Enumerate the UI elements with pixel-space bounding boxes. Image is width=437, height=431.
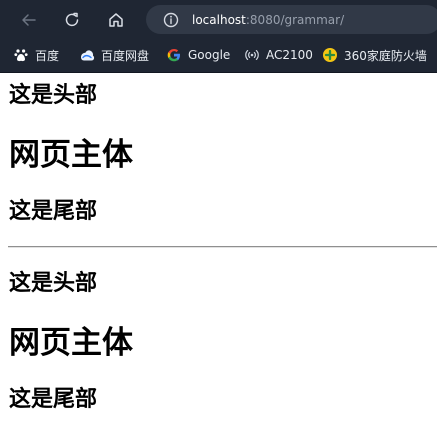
- address-bar[interactable]: localhost:8080/grammar/: [146, 5, 437, 34]
- bookmarks-bar: 百度 百度网盘 Google AC2100 360家庭防火墙: [0, 39, 437, 70]
- baidu-pan-icon: [79, 47, 95, 63]
- browser-chrome: localhost:8080/grammar/ 百度 百度网盘 Google A…: [0, 0, 437, 73]
- reload-icon: [65, 12, 78, 26]
- reload-button[interactable]: [56, 4, 87, 35]
- back-button[interactable]: [13, 4, 44, 35]
- bookmark-ac2100[interactable]: AC2100: [244, 45, 313, 65]
- signal-icon: [244, 47, 260, 63]
- home-icon: [108, 12, 123, 27]
- browser-toolbar: localhost:8080/grammar/: [0, 0, 437, 39]
- page-body-heading: 网页主体: [9, 137, 133, 173]
- page-content: 这是头部 网页主体 这是尾部 这是头部 网页主体 这是尾部: [8, 72, 437, 431]
- bookmark-label: Google: [188, 48, 231, 62]
- bookmark-baidu-pan[interactable]: 百度网盘: [79, 45, 149, 65]
- back-arrow-icon: [21, 13, 36, 26]
- page-footer-heading: 这是尾部: [9, 387, 98, 412]
- page-body-heading: 网页主体: [9, 325, 133, 361]
- bookmark-label: 百度: [35, 48, 60, 63]
- baidu-paw-icon: [13, 47, 29, 63]
- horizontal-divider: [8, 246, 437, 248]
- page-header-heading: 这是头部: [9, 271, 98, 296]
- bookmark-label: 百度网盘: [101, 48, 150, 63]
- site-info-icon[interactable]: [163, 12, 179, 28]
- bookmark-label: AC2100: [266, 48, 313, 62]
- shield-plus-icon: [322, 47, 338, 63]
- page-header-heading: 这是头部: [9, 83, 98, 108]
- url-path: :8080/grammar/: [245, 12, 345, 27]
- url-text[interactable]: localhost:8080/grammar/: [192, 13, 344, 27]
- bookmark-360-firewall[interactable]: 360家庭防火墙: [322, 45, 427, 65]
- bookmark-label: 360家庭防火墙: [344, 48, 427, 63]
- url-host: localhost: [192, 12, 246, 27]
- bookmark-baidu[interactable]: 百度: [13, 45, 59, 65]
- google-g-icon: [166, 47, 182, 63]
- home-button[interactable]: [100, 4, 131, 35]
- page-footer-heading: 这是尾部: [9, 199, 98, 224]
- bookmark-google[interactable]: Google: [166, 45, 230, 65]
